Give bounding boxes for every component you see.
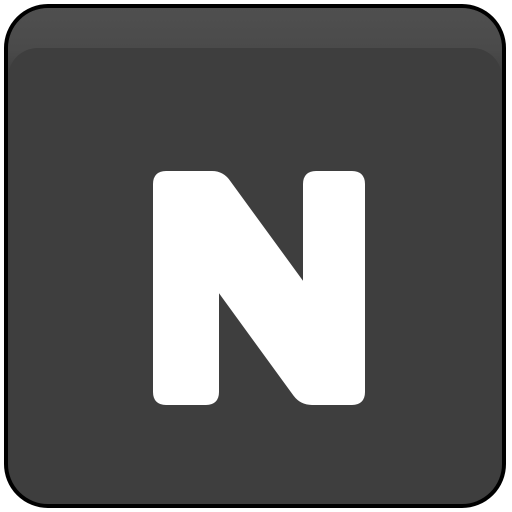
letter-n-glyph xyxy=(153,171,365,405)
n-key-button[interactable]: N xyxy=(4,4,506,508)
